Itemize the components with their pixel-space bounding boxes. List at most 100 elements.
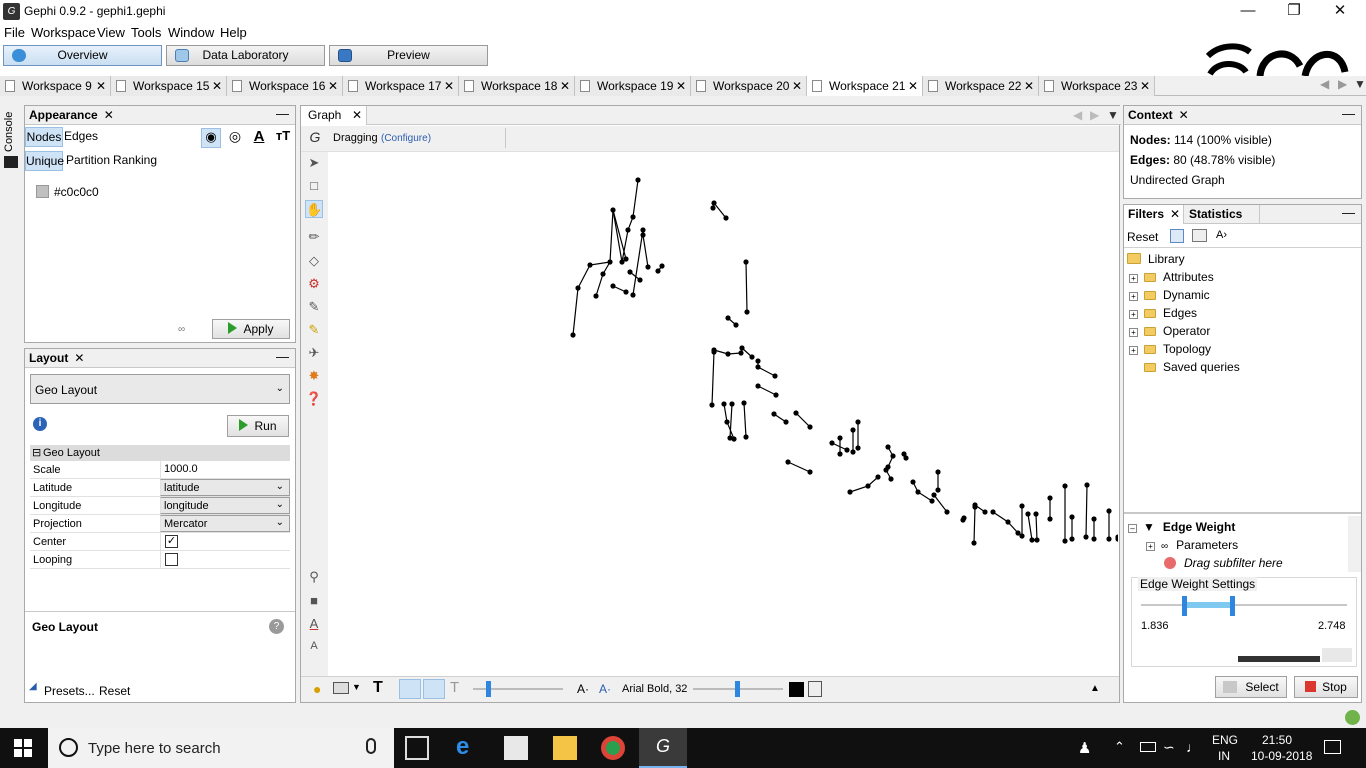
chevron-left-icon[interactable]: ◀ xyxy=(1073,108,1082,122)
menu-tools[interactable]: Tools xyxy=(131,25,161,40)
graph-node[interactable] xyxy=(807,424,813,430)
graph-node[interactable] xyxy=(659,263,665,269)
graph-node[interactable] xyxy=(1091,516,1097,522)
tree-item[interactable]: + Dynamic xyxy=(1129,288,1210,302)
label-size-icon[interactable]: A xyxy=(305,637,323,655)
graph-node[interactable] xyxy=(623,289,629,295)
chevron-up-icon[interactable]: ⌃ xyxy=(1114,739,1125,755)
graph-node[interactable] xyxy=(637,277,643,283)
workspace-tab[interactable]: Workspace 17 ✕ xyxy=(343,76,459,96)
workspace-tab[interactable]: Workspace 18 ✕ xyxy=(459,76,575,96)
painter-icon[interactable]: ⚙ xyxy=(305,275,323,293)
scroll-right-icon[interactable]: ▶ xyxy=(1338,77,1347,91)
graph-node[interactable] xyxy=(749,354,755,360)
size-icon[interactable]: ◎ xyxy=(225,128,245,148)
reset-filters-button[interactable]: Reset xyxy=(1127,230,1158,244)
graph-node[interactable] xyxy=(587,262,593,268)
graph-node[interactable] xyxy=(711,349,717,355)
close-tab-icon[interactable]: ✕ xyxy=(560,76,570,96)
tree-item[interactable]: Saved queries xyxy=(1144,360,1240,374)
graph-node[interactable] xyxy=(850,427,856,433)
chevron-down-icon[interactable]: ▼ xyxy=(352,682,361,692)
close-tab-icon[interactable]: ✕ xyxy=(1170,207,1180,221)
font-size-icon[interactable]: A· xyxy=(577,682,589,696)
graph-node[interactable] xyxy=(627,269,633,275)
mode-unique[interactable]: Unique xyxy=(25,151,64,171)
close-tab-icon[interactable]: ✕ xyxy=(1140,76,1150,96)
close-tab-icon[interactable]: ✕ xyxy=(908,76,918,96)
graph-node[interactable] xyxy=(623,256,629,262)
close-panel-icon[interactable]: ✕ xyxy=(74,351,84,365)
run-button[interactable]: Run xyxy=(227,415,289,437)
graph-node[interactable] xyxy=(1025,511,1031,517)
close-tab-icon[interactable]: ✕ xyxy=(212,76,222,96)
graph-node[interactable] xyxy=(847,489,853,495)
graph-node[interactable] xyxy=(915,489,921,495)
heat-map-icon[interactable]: ✸ xyxy=(305,367,323,385)
info-icon[interactable]: i xyxy=(33,417,47,431)
graph-node[interactable] xyxy=(1083,534,1089,540)
menu-window[interactable]: Window xyxy=(168,25,214,40)
configure-link[interactable]: (Configure) xyxy=(381,133,431,144)
palette-icon[interactable]: ◉ xyxy=(201,128,221,148)
label-size-icon[interactable]: тT xyxy=(273,128,293,148)
graph-node[interactable] xyxy=(600,271,606,277)
drag-hand-icon[interactable]: ✋ xyxy=(305,200,323,218)
graph-node[interactable] xyxy=(709,402,715,408)
property-longitude[interactable]: Longitude longitude ⌄ xyxy=(30,497,290,515)
mode-partition[interactable]: Partition xyxy=(66,153,110,167)
graph-node[interactable] xyxy=(1019,533,1025,539)
tab-filters[interactable]: Filters ✕ xyxy=(1124,205,1184,224)
query-parameters[interactable]: + ∞ Parameters xyxy=(1146,538,1238,552)
tree-item[interactable]: + Topology xyxy=(1129,342,1211,356)
graph-node[interactable] xyxy=(855,445,861,451)
graph-node[interactable] xyxy=(971,540,977,546)
graph-node[interactable] xyxy=(743,259,749,265)
close-panel-icon[interactable]: ✕ xyxy=(104,108,114,122)
notification-icon[interactable] xyxy=(1324,740,1341,754)
graph-node[interactable] xyxy=(1106,508,1112,514)
workspace-tab[interactable]: Workspace 20 ✕ xyxy=(691,76,807,96)
resize-grip[interactable] xyxy=(1322,648,1352,662)
range-max-thumb[interactable] xyxy=(1230,596,1235,616)
workspace-tab[interactable]: Workspace 16 ✕ xyxy=(227,76,343,96)
graph-node[interactable] xyxy=(935,487,941,493)
graph-node[interactable] xyxy=(1029,537,1035,543)
graph-node[interactable] xyxy=(903,455,909,461)
clock-time[interactable]: 21:50 xyxy=(1262,733,1292,747)
rename-icon[interactable]: A› xyxy=(1216,229,1227,241)
task-view-icon[interactable] xyxy=(405,736,429,760)
workspace-tab[interactable]: Workspace 15 ✕ xyxy=(111,76,227,96)
graph-node[interactable] xyxy=(850,449,856,455)
overview-button[interactable]: Overview xyxy=(3,45,162,66)
help-icon[interactable]: ? xyxy=(269,619,284,634)
clipboard-icon[interactable] xyxy=(808,681,822,697)
graph-node[interactable] xyxy=(910,479,916,485)
graph-node[interactable] xyxy=(743,434,749,440)
tab-statistics[interactable]: Statistics xyxy=(1184,205,1260,224)
property-latitude[interactable]: Latitude latitude ⌄ xyxy=(30,479,290,497)
graph-node[interactable] xyxy=(729,401,735,407)
graph-node[interactable] xyxy=(1069,536,1075,542)
menu-workspace[interactable]: Workspace xyxy=(31,25,96,40)
screenshot-icon[interactable] xyxy=(333,682,349,694)
tab-list-icon[interactable]: ▼ xyxy=(1354,77,1366,91)
microphone-icon[interactable] xyxy=(366,738,376,754)
taskbar-search[interactable]: Type here to search xyxy=(48,728,394,768)
close-tab-icon[interactable]: ✕ xyxy=(352,108,362,122)
update-icon[interactable] xyxy=(1345,710,1360,725)
tab-graph[interactable]: Graph ✕ xyxy=(301,106,367,125)
library-node[interactable]: Library xyxy=(1127,252,1185,266)
language-code[interactable]: ENG xyxy=(1212,733,1238,747)
graph-node[interactable] xyxy=(1019,503,1025,509)
tab-nodes[interactable]: Nodes xyxy=(25,127,63,147)
text-tool-icon[interactable]: T xyxy=(373,679,383,697)
close-tab-icon[interactable]: ✕ xyxy=(96,76,106,96)
people-icon[interactable]: ♟ xyxy=(1078,739,1091,757)
workspace-tab-active[interactable]: Workspace 21 ✕ xyxy=(807,76,923,96)
graph-node[interactable] xyxy=(739,345,745,351)
graph-node[interactable] xyxy=(807,469,813,475)
mode-ranking[interactable]: Ranking xyxy=(113,153,157,167)
chevron-right-icon[interactable]: ▶ xyxy=(1090,108,1099,122)
property-projection[interactable]: Projection Mercator ⌄ xyxy=(30,515,290,533)
